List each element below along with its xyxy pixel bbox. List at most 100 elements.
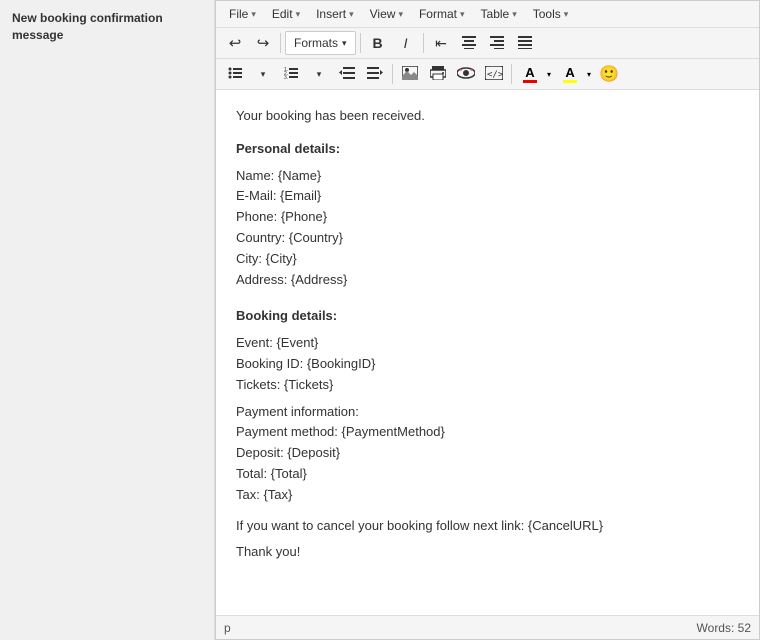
toolbar-row2: ▾ 1. 2. 3. ▾ xyxy=(216,59,759,90)
align-left-button[interactable]: ⇤ xyxy=(428,31,454,55)
payment-total: Total: {Total} xyxy=(236,464,739,485)
personal-name: Name: {Name} xyxy=(236,166,739,187)
text-color-swatch xyxy=(523,80,537,83)
unordered-list-icon xyxy=(228,66,242,83)
booking-id: Booking ID: {BookingID} xyxy=(236,354,739,375)
booking-tickets: Tickets: {Tickets} xyxy=(236,375,739,396)
intro-line: Your booking has been received. xyxy=(236,106,739,127)
menu-table[interactable]: Table ▾ xyxy=(474,4,524,24)
payment-method: Payment method: {PaymentMethod} xyxy=(236,422,739,443)
ul-arrow-icon: ▾ xyxy=(261,69,266,80)
menu-bar: File ▾ Edit ▾ Insert ▾ View ▾ Format ▾ T… xyxy=(216,1,759,28)
menu-insert-arrow: ▾ xyxy=(349,9,354,20)
spacer3 xyxy=(236,290,739,306)
print-button[interactable] xyxy=(425,62,451,86)
preview-button[interactable] xyxy=(453,62,479,86)
menu-table-arrow: ▾ xyxy=(512,9,517,20)
menu-tools-arrow: ▾ xyxy=(564,9,569,20)
ordered-list-arrow[interactable]: ▾ xyxy=(306,62,332,86)
status-bar: p Words: 52 xyxy=(216,615,759,639)
thankyou-line: Thank you! xyxy=(236,542,739,563)
booking-details-title: Booking details: xyxy=(236,306,739,327)
align-center-button[interactable] xyxy=(456,31,482,55)
insert-image-button[interactable] xyxy=(397,62,423,86)
undo-button[interactable]: ↩ xyxy=(222,31,248,55)
ol-arrow-icon: ▾ xyxy=(317,69,322,80)
source-icon: </> xyxy=(485,66,503,83)
payment-deposit: Deposit: {Deposit} xyxy=(236,443,739,464)
formats-arrow-icon: ▾ xyxy=(342,38,347,49)
formats-dropdown[interactable]: Formats ▾ xyxy=(285,31,356,55)
ordered-list-button[interactable]: 1. 2. 3. xyxy=(278,62,304,86)
align-right-icon xyxy=(490,35,504,52)
menu-format[interactable]: Format ▾ xyxy=(412,4,472,24)
highlight-color-button[interactable]: A xyxy=(556,62,584,86)
indent-button[interactable] xyxy=(362,62,388,86)
indent-icon xyxy=(367,66,383,83)
status-tag: p xyxy=(224,621,231,635)
redo-button[interactable]: ↪ xyxy=(250,31,276,55)
editor-wrapper: File ▾ Edit ▾ Insert ▾ View ▾ Format ▾ T… xyxy=(215,0,760,640)
source-code-button[interactable]: </> xyxy=(481,62,507,86)
text-color-arrow[interactable]: ▾ xyxy=(544,62,554,86)
menu-insert[interactable]: Insert ▾ xyxy=(309,4,361,24)
align-right-button[interactable] xyxy=(484,31,510,55)
svg-text:</>: </> xyxy=(487,70,503,80)
ordered-list-icon: 1. 2. 3. xyxy=(284,66,298,83)
cancel-line: If you want to cancel your booking follo… xyxy=(236,516,739,537)
spacer6 xyxy=(236,506,739,516)
sep4 xyxy=(392,64,393,84)
image-icon xyxy=(402,66,418,83)
personal-country: Country: {Country} xyxy=(236,228,739,249)
personal-details-title: Personal details: xyxy=(236,139,739,160)
sep5 xyxy=(511,64,512,84)
menu-tools[interactable]: Tools ▾ xyxy=(526,4,576,24)
sep3 xyxy=(423,33,424,53)
preview-icon xyxy=(457,66,475,83)
personal-city: City: {City} xyxy=(236,249,739,270)
menu-view[interactable]: View ▾ xyxy=(363,4,410,24)
redo-icon: ↪ xyxy=(257,34,270,52)
text-color-group: A ▾ xyxy=(516,62,554,86)
outdent-button[interactable] xyxy=(334,62,360,86)
highlight-color-swatch xyxy=(563,80,577,83)
bold-icon: B xyxy=(372,35,382,51)
italic-button[interactable]: I xyxy=(393,31,419,55)
undo-icon: ↩ xyxy=(229,34,242,52)
content-area[interactable]: Your booking has been received. Personal… xyxy=(216,90,759,615)
align-justify-button[interactable] xyxy=(512,31,538,55)
unordered-list-arrow[interactable]: ▾ xyxy=(250,62,276,86)
toolbar-row1: ↩ ↪ Formats ▾ B I ⇤ xyxy=(216,28,759,59)
menu-edit[interactable]: Edit ▾ xyxy=(265,4,307,24)
unordered-list-button[interactable] xyxy=(222,62,248,86)
personal-email: E-Mail: {Email} xyxy=(236,186,739,207)
payment-tax: Tax: {Tax} xyxy=(236,485,739,506)
spacer1 xyxy=(236,127,739,139)
menu-file-arrow: ▾ xyxy=(251,9,256,20)
bold-button[interactable]: B xyxy=(365,31,391,55)
emoji-button[interactable]: 🙂 xyxy=(596,62,622,86)
emoji-icon: 🙂 xyxy=(599,64,619,84)
align-center-icon xyxy=(462,35,476,52)
print-icon xyxy=(430,66,446,83)
sidebar: New booking confirmation message xyxy=(0,0,215,640)
highlight-color-label: A xyxy=(565,66,574,79)
payment-title: Payment information: xyxy=(236,402,739,423)
svg-text:3.: 3. xyxy=(284,75,288,80)
text-color-button[interactable]: A xyxy=(516,62,544,86)
align-left-icon: ⇤ xyxy=(435,35,446,52)
sep2 xyxy=(360,33,361,53)
sep1 xyxy=(280,33,281,53)
word-count: Words: 52 xyxy=(697,621,751,635)
highlight-color-arrow[interactable]: ▾ xyxy=(584,62,594,86)
text-color-label: A xyxy=(525,66,534,79)
menu-file[interactable]: File ▾ xyxy=(222,4,263,24)
menu-view-arrow: ▾ xyxy=(398,9,403,20)
highlight-color-group: A ▾ xyxy=(556,62,594,86)
sidebar-title: New booking confirmation message xyxy=(12,10,202,44)
booking-event: Event: {Event} xyxy=(236,333,739,354)
align-justify-icon xyxy=(518,35,532,52)
personal-address: Address: {Address} xyxy=(236,270,739,291)
italic-icon: I xyxy=(404,35,408,51)
menu-edit-arrow: ▾ xyxy=(296,9,301,20)
